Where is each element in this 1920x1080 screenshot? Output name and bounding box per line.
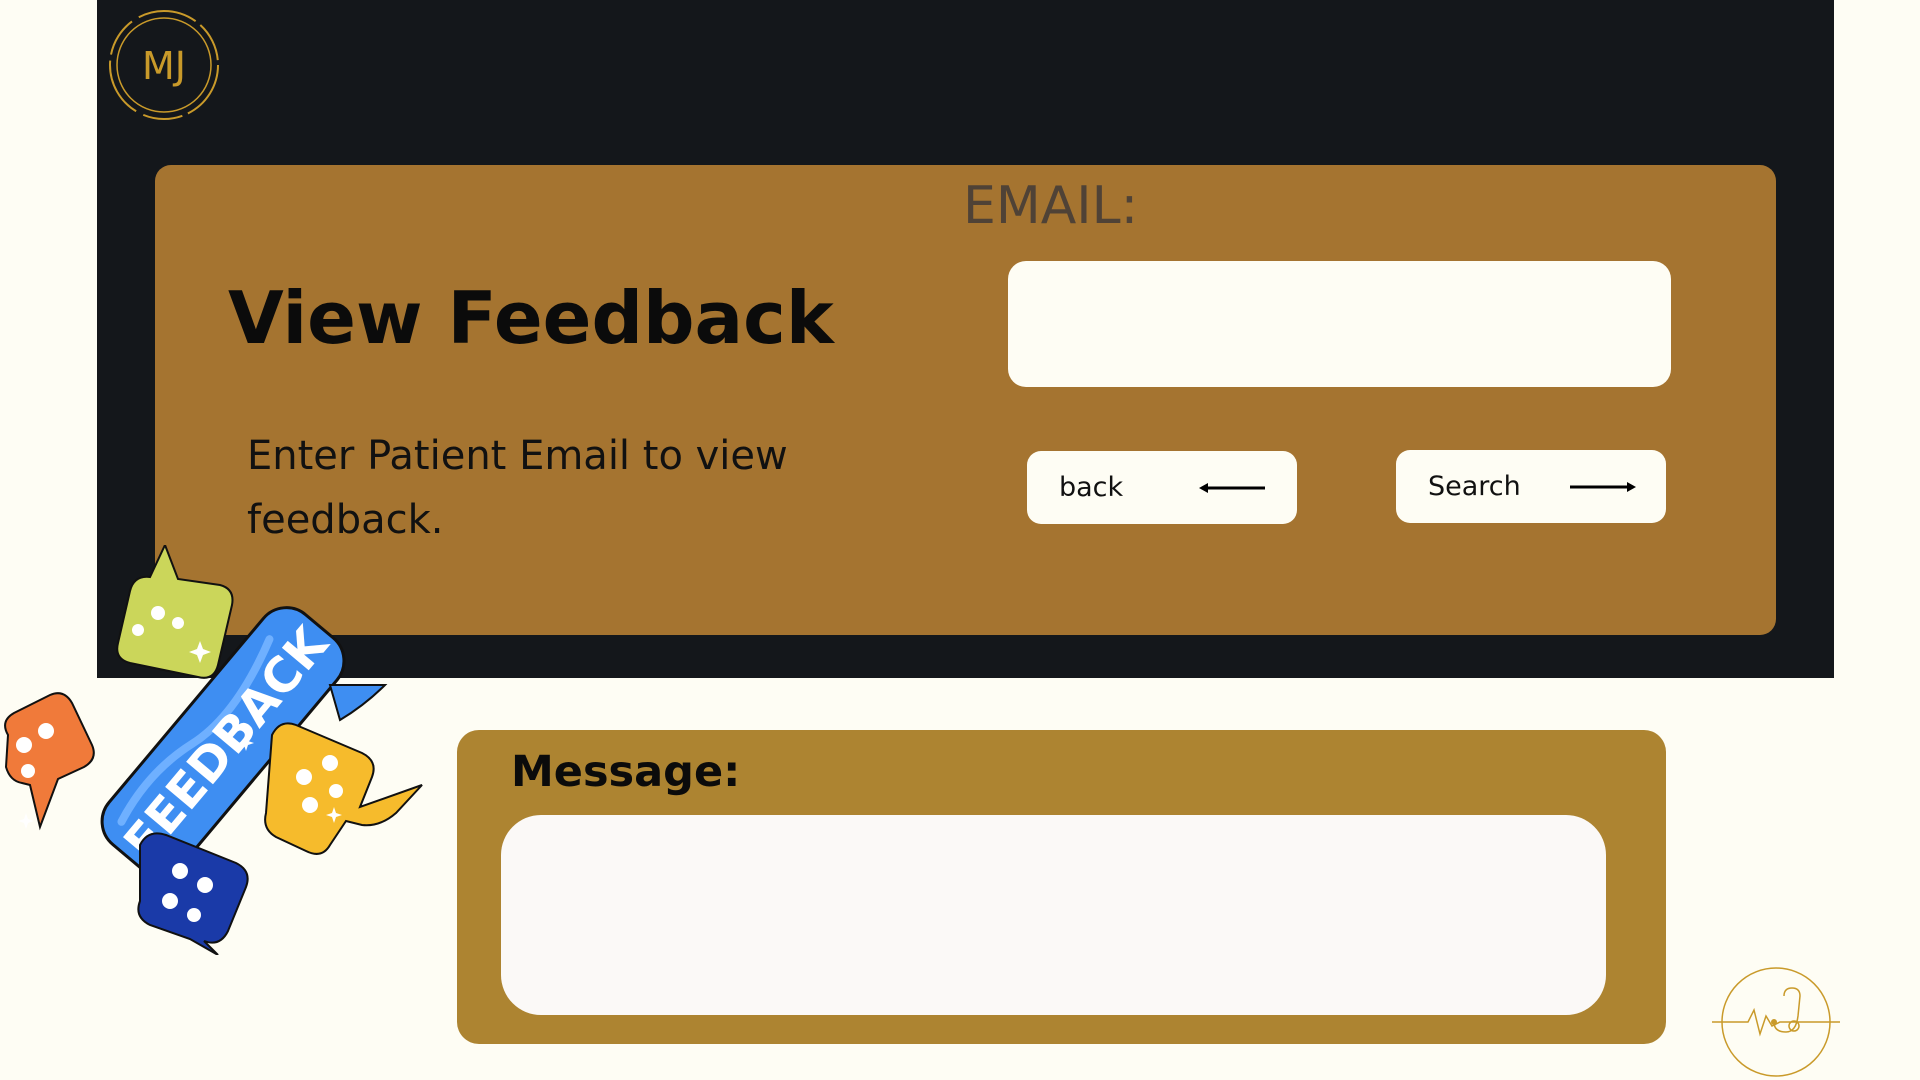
- back-button-label: back: [1059, 472, 1124, 503]
- mj-logo-icon: MJ: [109, 10, 219, 120]
- navy-speech-bubble-icon: [137, 832, 249, 955]
- instructions-text: Enter Patient Email to view feedback.: [247, 433, 788, 543]
- green-speech-bubble-icon: [116, 545, 234, 679]
- email-label: EMAIL:: [963, 176, 1139, 236]
- arrow-left-icon: [1199, 482, 1265, 493]
- mj-logo-text: MJ: [142, 44, 186, 88]
- search-button-label: Search: [1428, 471, 1521, 502]
- back-button[interactable]: back: [1027, 451, 1297, 524]
- page-title: View Feedback: [228, 276, 834, 360]
- arrow-right-icon: [1570, 481, 1636, 492]
- message-textarea[interactable]: [501, 815, 1606, 1015]
- yellow-speech-bubble-icon: [264, 722, 423, 855]
- message-label: Message:: [511, 747, 741, 797]
- heartbeat-stethoscope-logo-icon: [1712, 967, 1840, 1077]
- email-input[interactable]: [1008, 261, 1671, 387]
- search-button[interactable]: Search: [1396, 450, 1666, 523]
- orange-speech-bubble-icon: [4, 692, 95, 831]
- feedback-illustration-icon: FEEDBACK: [4, 545, 423, 955]
